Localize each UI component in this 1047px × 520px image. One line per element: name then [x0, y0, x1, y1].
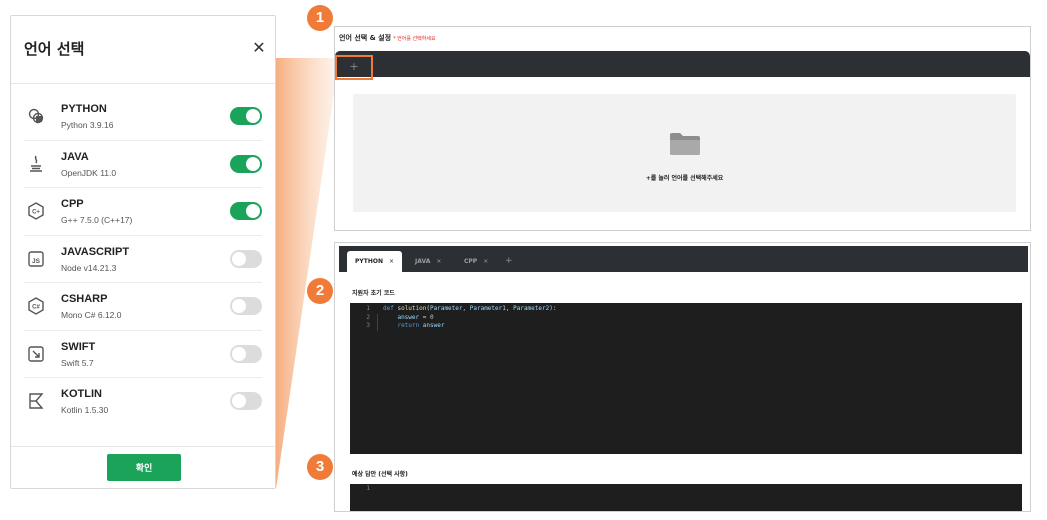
language-name: CSHARP — [61, 293, 108, 305]
tab-close-icon[interactable]: × — [389, 258, 394, 265]
code-line: 3 return answer — [350, 322, 1022, 331]
language-toggle[interactable] — [230, 249, 262, 268]
line-number: 2 — [366, 313, 370, 321]
language-name: JAVA — [61, 150, 89, 163]
tab-java[interactable]: JAVA × — [407, 251, 449, 272]
svg-text:C#: C# — [32, 305, 40, 311]
svg-text:C+: C+ — [32, 210, 40, 216]
language-version: Mono C# 6.12.0 — [61, 310, 122, 320]
code-line: 1 — [350, 485, 1022, 494]
modal-footer: 확인 — [11, 446, 275, 490]
language-name: SWIFT — [61, 340, 96, 353]
language-name: JAVASCRIPT — [61, 245, 130, 258]
code-line: 2 answer = 0 — [350, 314, 1022, 323]
language-item-csharp[interactable]: C# CSHARP Mono C# 6.12.0 — [24, 283, 262, 331]
language-name: PYTHON — [61, 103, 107, 115]
screenshot-stage: 언어 선택 ✕ PYTHON Python 3.9.16 JAVA OpenJD… — [0, 0, 1047, 520]
language-item-python[interactable]: PYTHON Python 3.9.16 — [24, 93, 262, 141]
language-version: Node v14.21.3 — [61, 262, 117, 273]
tab-label: PYTHON — [355, 258, 383, 265]
tab-label: JAVA — [415, 258, 431, 265]
language-version: Kotlin 1.5.30 — [61, 405, 109, 415]
language-toggle[interactable] — [230, 154, 262, 173]
language-name: CPP — [61, 198, 84, 210]
python-icon — [28, 108, 44, 124]
add-language-button[interactable]: + — [335, 55, 373, 80]
required-hint: * 언어를 선택하세요 — [393, 36, 436, 42]
tab-close-icon[interactable]: × — [483, 258, 488, 265]
language-item-javascript[interactable]: JS JAVASCRIPT Node v14.21.3 — [24, 236, 262, 283]
language-tab-bar: PYTHON × JAVA × CPP × + — [339, 246, 1028, 272]
language-item-java[interactable]: JAVA OpenJDK 11.0 — [24, 141, 262, 188]
code-editor-panel: PYTHON × JAVA × CPP × + 지원자 초기 코드 1 def sol… — [334, 242, 1031, 512]
language-settings-panel: 언어 선택 & 설정 * 언어를 선택하세요 + +를 눌러 언어를 선택해주세요 — [334, 26, 1031, 231]
section-title: 언어 선택 & 설정 * 언어를 선택하세요 — [339, 33, 436, 43]
line-number: 1 — [366, 305, 370, 312]
tab-close-icon[interactable]: × — [436, 258, 441, 265]
javascript-icon: JS — [28, 250, 44, 267]
language-version: G++ 7.5.0 (C++17) — [61, 215, 133, 225]
language-toggle[interactable] — [230, 392, 262, 410]
empty-state-message: +를 눌러 언어를 선택해주세요 — [645, 175, 724, 182]
language-tab-bar — [335, 51, 1030, 77]
tab-python[interactable]: PYTHON × — [347, 251, 403, 272]
modal-title: 언어 선택 — [24, 40, 85, 58]
language-version: Swift 5.7 — [61, 357, 94, 368]
language-list: PYTHON Python 3.9.16 JAVA OpenJDK 11.0 C… — [11, 93, 275, 426]
code-line: 1 def solution(Parameter, Parameter1, Pa… — [350, 305, 1022, 314]
code-text: answer = 0 — [397, 313, 434, 321]
tab-label: CPP — [464, 258, 478, 265]
language-version: Python 3.9.16 — [61, 120, 114, 130]
close-icon[interactable]: ✕ — [247, 36, 271, 60]
line-number: 1 — [366, 485, 370, 492]
language-select-modal: 언어 선택 ✕ PYTHON Python 3.9.16 JAVA OpenJD… — [10, 15, 276, 489]
swift-icon — [28, 345, 44, 362]
language-item-cpp[interactable]: C+ CPP G++ 7.5.0 (C++17) — [24, 188, 262, 236]
expected-answer-label: 예상 답안 (선택 사항) — [352, 471, 408, 478]
code-text: def solution(Parameter, Parameter1, Para… — [383, 305, 557, 312]
language-item-swift[interactable]: SWIFT Swift 5.7 — [24, 331, 262, 378]
language-name: KOTLIN — [61, 388, 102, 400]
svg-text:JS: JS — [32, 258, 41, 265]
tab-cpp[interactable]: CPP × — [456, 251, 496, 272]
kotlin-icon — [29, 393, 44, 409]
language-version: OpenJDK 11.0 — [61, 167, 117, 178]
language-toggle[interactable] — [230, 344, 262, 363]
java-icon — [30, 155, 42, 172]
step-badge-1: 1 — [307, 5, 333, 31]
csharp-icon: C# — [28, 297, 44, 315]
folder-icon — [670, 133, 700, 155]
confirm-button[interactable]: 확인 — [107, 454, 181, 481]
language-toggle[interactable] — [230, 202, 262, 220]
initial-code-label: 지원자 초기 코드 — [352, 290, 395, 297]
add-tab-button[interactable]: + — [505, 251, 513, 272]
section-title-text: 언어 선택 & 설정 — [339, 34, 392, 42]
language-toggle[interactable] — [230, 297, 262, 315]
empty-state: +를 눌러 언어를 선택해주세요 — [353, 94, 1016, 212]
language-toggle[interactable] — [230, 107, 262, 125]
code-text: return answer — [397, 322, 445, 329]
initial-code-editor[interactable]: 1 def solution(Parameter, Parameter1, Pa… — [350, 303, 1022, 454]
step-badge-3: 3 — [307, 454, 333, 480]
expected-answer-editor[interactable]: 1 — [350, 484, 1022, 511]
modal-header: 언어 선택 ✕ — [11, 16, 275, 84]
cpp-icon: C+ — [28, 202, 44, 220]
language-item-kotlin[interactable]: KOTLIN Kotlin 1.5.30 — [24, 378, 262, 426]
step-badge-2: 2 — [307, 278, 333, 304]
line-number: 3 — [366, 322, 370, 329]
